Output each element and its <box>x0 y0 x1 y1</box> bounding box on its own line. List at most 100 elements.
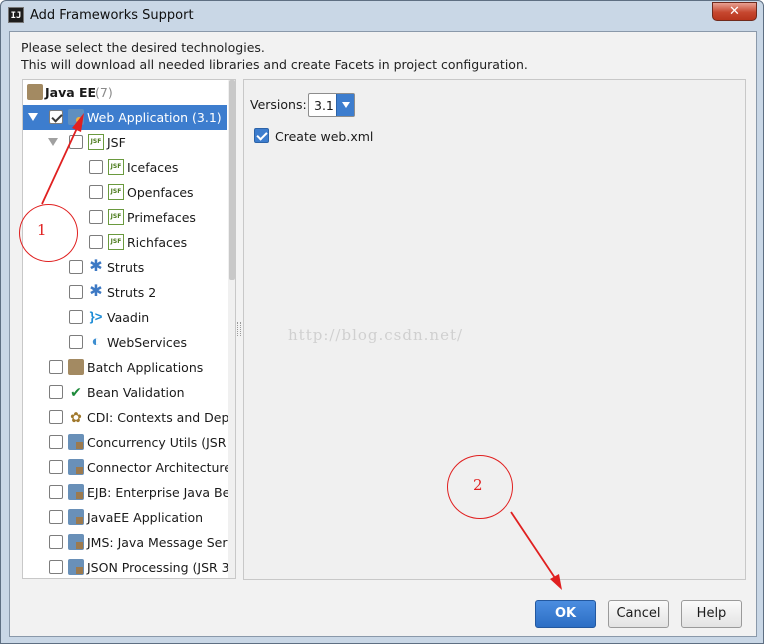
expand-arrow-icon[interactable] <box>28 113 38 121</box>
versions-dropdown[interactable]: 3.1 <box>308 93 355 117</box>
tree-item-checkbox[interactable] <box>69 260 83 274</box>
tree-item[interactable]: JavaEE Application <box>23 505 227 530</box>
tree-item-checkbox[interactable] <box>49 460 63 474</box>
tree-item-label: Richfaces <box>127 235 188 250</box>
close-button[interactable]: ✕ <box>712 2 757 21</box>
tree-item-checkbox[interactable] <box>49 535 63 549</box>
tree-item-checkbox[interactable] <box>49 435 63 449</box>
tree-item[interactable]: ✔ Bean Validation <box>23 380 227 405</box>
tree-item[interactable]: JMS: Java Message Service <box>23 530 235 555</box>
tree-item[interactable]: ✿ CDI: Contexts and Dependency Injection <box>23 405 235 430</box>
webservices-icon: ◐ <box>91 333 101 350</box>
vaadin-icon: }> <box>89 309 103 324</box>
cdi-icon: ✿ <box>70 409 82 425</box>
tree-scrollbar-thumb[interactable] <box>229 80 235 280</box>
tree-item-label: Batch Applications <box>87 360 204 375</box>
window-title: Add Frameworks Support <box>30 8 194 23</box>
tree-item[interactable]: JSF Openfaces <box>23 180 227 205</box>
tree-item-checkbox[interactable] <box>49 510 63 524</box>
tree-item-label: Web Application (3.1) <box>87 110 222 125</box>
tree-item-checkbox[interactable] <box>49 410 63 424</box>
module-icon <box>68 459 84 475</box>
versions-label: Versions: <box>250 97 307 112</box>
tree-item[interactable]: JSF Icefaces <box>23 155 227 180</box>
tree-item-checkbox[interactable] <box>89 235 103 249</box>
jsf-icon: JSF <box>108 159 124 175</box>
ok-button[interactable]: OK <box>535 600 596 628</box>
create-web-xml-label[interactable]: Create web.xml <box>275 129 373 144</box>
expand-arrow-icon[interactable] <box>48 138 58 146</box>
create-web-xml-checkbox[interactable] <box>254 128 269 143</box>
description-line-2: This will download all needed libraries … <box>21 57 528 72</box>
tree-item-checkbox[interactable] <box>69 310 83 324</box>
jsf-icon: JSF <box>88 134 104 150</box>
splitter-handle[interactable] <box>237 322 241 336</box>
tree-item-label: Bean Validation <box>87 385 185 400</box>
tree-item-label: JSON Processing (JSR 353) <box>87 560 236 575</box>
dialog-content: Please select the desired technologies. … <box>9 31 757 637</box>
tree-item-label: EJB: Enterprise Java Beans <box>87 485 236 500</box>
module-icon <box>68 534 84 550</box>
chevron-down-icon[interactable] <box>336 94 354 116</box>
group-label: Java EE <box>45 85 97 100</box>
tree-item-checkbox[interactable] <box>49 560 63 574</box>
title-bar[interactable]: IJ Add Frameworks Support ✕ <box>1 1 764 31</box>
tree-item[interactable]: ◐ WebServices <box>23 330 227 355</box>
intellij-app-icon: IJ <box>8 7 24 23</box>
frameworks-tree[interactable]: Java EE (7) Web Application (3.1) JSF JSF J… <box>22 79 236 579</box>
tree-item-label: JavaEE Application <box>87 510 204 525</box>
tree-item-label: CDI: Contexts and Dependency Injection <box>87 410 235 425</box>
tree-item[interactable]: }> Vaadin <box>23 305 227 330</box>
versions-value: 3.1 <box>314 98 334 113</box>
tree-item[interactable]: JSON Processing (JSR 353) <box>23 555 235 578</box>
tree-item-checkbox[interactable] <box>49 360 63 374</box>
module-icon <box>68 559 84 575</box>
tree-item[interactable]: Web Application (3.1) <box>23 105 227 130</box>
tree-item[interactable]: EJB: Enterprise Java Beans <box>23 480 235 505</box>
tree-item-label: Vaadin <box>107 310 150 325</box>
tree-item-checkbox[interactable] <box>89 210 103 224</box>
annotation-number-1: 1 <box>37 221 47 239</box>
tree-item-checkbox[interactable] <box>49 485 63 499</box>
jsf-icon: JSF <box>108 184 124 200</box>
cancel-button[interactable]: Cancel <box>608 600 669 628</box>
tree-group-java-ee[interactable]: Java EE (7) <box>23 80 227 105</box>
tree-item-checkbox[interactable] <box>89 160 103 174</box>
tree-item-checkbox[interactable] <box>69 285 83 299</box>
description-line-1: Please select the desired technologies. <box>21 40 265 55</box>
web-module-icon <box>68 109 84 125</box>
jsf-icon: JSF <box>108 209 124 225</box>
tree-item-label: Struts 2 <box>107 285 157 300</box>
tree-item-label: WebServices <box>107 335 187 350</box>
tree-item-label: JSF <box>107 135 126 150</box>
tree-item-label: Struts <box>107 260 145 275</box>
tree-item-checkbox[interactable] <box>49 385 63 399</box>
tree-item-checkbox[interactable] <box>69 135 83 149</box>
tree-item-checkbox[interactable] <box>49 110 63 124</box>
annotation-circle-1 <box>19 204 78 262</box>
module-icon <box>68 434 84 450</box>
tree-item[interactable]: Batch Applications <box>23 355 227 380</box>
help-button[interactable]: Help <box>681 600 742 628</box>
tree-item-label: Connector Architecture (JSR 322) <box>87 460 235 475</box>
tree-item[interactable]: JSF JSF <box>23 130 227 155</box>
tree-item-checkbox[interactable] <box>69 335 83 349</box>
tree-item[interactable]: Concurrency Utils (JSR 236) <box>23 430 235 455</box>
gear-icon: ✱ <box>89 283 103 300</box>
batch-icon <box>68 359 84 375</box>
tree-scrollbar[interactable] <box>228 80 235 578</box>
tree-item[interactable]: Connector Architecture (JSR 322) <box>23 455 235 480</box>
folder-icon <box>27 84 43 100</box>
gear-icon: ✱ <box>89 258 103 275</box>
module-icon <box>68 509 84 525</box>
jsf-icon: JSF <box>108 234 124 250</box>
tree-item-label: Concurrency Utils (JSR 236) <box>87 435 235 450</box>
tree-item-label: Icefaces <box>127 160 179 175</box>
group-count: (7) <box>95 85 113 100</box>
module-icon <box>68 484 84 500</box>
dialog-window: IJ Add Frameworks Support ✕ Please selec… <box>0 0 764 644</box>
watermark: http://blog.csdn.net/ <box>288 326 464 344</box>
tree-item-checkbox[interactable] <box>89 185 103 199</box>
tree-item[interactable]: ✱ Struts 2 <box>23 280 227 305</box>
bean-validation-icon: ✔ <box>70 384 82 400</box>
